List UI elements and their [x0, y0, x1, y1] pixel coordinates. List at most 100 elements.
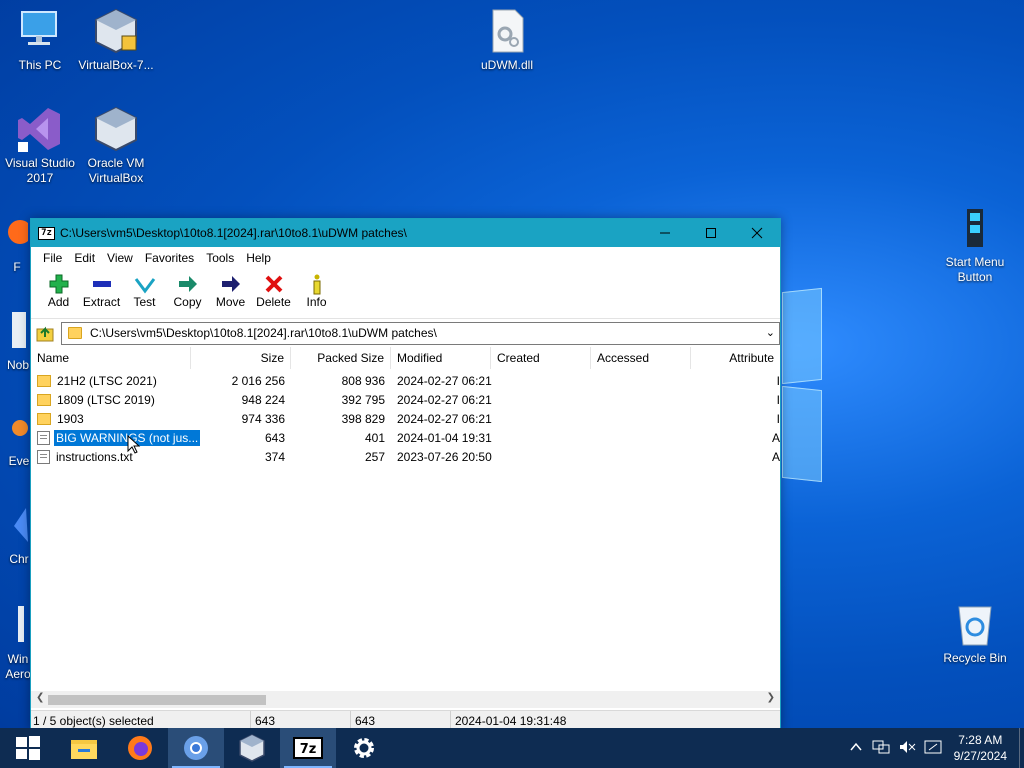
- taskbar-firefox[interactable]: [112, 728, 168, 768]
- horizontal-scrollbar[interactable]: ❮ ❯: [31, 691, 780, 708]
- table-row-selected[interactable]: BIG WARNINGS (not jus... 643 401 2024-01…: [31, 428, 780, 447]
- chevron-up-icon[interactable]: [844, 741, 868, 755]
- folder-icon: [37, 393, 51, 406]
- desktop-icon-recycle-bin[interactable]: Recycle Bin: [935, 601, 1015, 666]
- desktop-icon-this-pc[interactable]: This PC: [0, 8, 80, 73]
- move-icon: [221, 276, 240, 292]
- taskbar-clock[interactable]: 7:28 AM 9/27/2024: [946, 732, 1019, 764]
- volume-muted-icon[interactable]: [894, 739, 920, 758]
- 7zip-app-icon: 7z: [38, 226, 55, 240]
- notification-status-icon[interactable]: [920, 739, 946, 758]
- delete-button[interactable]: Delete: [252, 269, 295, 309]
- minimize-button[interactable]: [642, 219, 688, 247]
- table-row[interactable]: 1809 (LTSC 2019) 948 224 392 795 2024-02…: [31, 390, 780, 409]
- notepad-icon: [12, 312, 26, 348]
- desktop-icon-win-aero-partial[interactable]: Win Aero: [0, 602, 31, 682]
- title-bar[interactable]: 7z C:\Users\vm5\Desktop\10to8.1[2024].ra…: [31, 219, 780, 247]
- network-icon[interactable]: [868, 739, 894, 758]
- desktop-icon-oracle-vm[interactable]: Oracle VM VirtualBox: [76, 106, 156, 186]
- chrome-icon: [14, 508, 28, 542]
- file-size: 2 016 256: [231, 373, 285, 388]
- file-list: 21H2 (LTSC 2021) 2 016 256 808 936 2024-…: [31, 371, 780, 466]
- desktop-icon-notepad-partial[interactable]: Nob: [0, 308, 30, 373]
- table-row[interactable]: 21H2 (LTSC 2021) 2 016 256 808 936 2024-…: [31, 371, 780, 390]
- desktop-icon-firefox-partial[interactable]: F: [0, 210, 32, 275]
- column-header-modified[interactable]: Modified: [391, 347, 491, 369]
- file-attr: I: [776, 411, 780, 426]
- file-modified: 2024-01-04 19:31: [397, 430, 492, 445]
- taskbar-chrome[interactable]: [168, 728, 224, 768]
- scroll-right-icon[interactable]: ❯: [767, 692, 775, 703]
- taskbar-file-explorer[interactable]: [56, 728, 112, 768]
- recycle-bin-icon: [958, 606, 992, 646]
- visual-studio-icon: [18, 108, 60, 152]
- column-header-accessed[interactable]: Accessed: [591, 347, 691, 369]
- menu-edit[interactable]: Edit: [68, 251, 101, 265]
- column-header-attributes[interactable]: Attribute: [691, 347, 780, 369]
- delete-icon: [265, 275, 282, 293]
- 7zip-file-manager-window[interactable]: 7z C:\Users\vm5\Desktop\10to8.1[2024].ra…: [30, 218, 781, 730]
- menu-view[interactable]: View: [101, 251, 139, 265]
- chrome-icon: [184, 736, 208, 760]
- menu-file[interactable]: File: [37, 251, 68, 265]
- path-combobox[interactable]: C:\Users\vm5\Desktop\10to8.1[2024].rar\1…: [61, 321, 780, 345]
- svg-text:7z: 7z: [300, 742, 317, 757]
- column-header-created[interactable]: Created: [491, 347, 591, 369]
- close-button[interactable]: [734, 219, 780, 247]
- move-button[interactable]: Move: [209, 269, 252, 309]
- file-name: instructions.txt: [56, 449, 133, 464]
- desktop-icon-everything-partial[interactable]: Eve: [0, 404, 30, 469]
- 7zip-icon: 7z: [293, 737, 323, 759]
- path-text: C:\Users\vm5\Desktop\10to8.1[2024].rar\1…: [90, 326, 437, 340]
- taskbar-settings[interactable]: [336, 728, 392, 768]
- column-headers: Name Size Packed Size Modified Created A…: [31, 347, 780, 369]
- maximize-button[interactable]: [688, 219, 734, 247]
- menu-favorites[interactable]: Favorites: [139, 251, 200, 265]
- file-modified: 2024-02-27 06:21: [397, 411, 492, 426]
- desktop-icon-start-menu-button[interactable]: Start Menu Button: [935, 205, 1015, 285]
- test-button[interactable]: Test: [123, 269, 166, 309]
- desktop-icon-virtualbox-installer[interactable]: VirtualBox-7...: [76, 8, 156, 73]
- file-size: 974 336: [241, 411, 285, 426]
- file-name: 21H2 (LTSC 2021): [57, 373, 157, 388]
- file-packed-size: 401: [364, 430, 385, 445]
- file-modified: 2024-02-27 06:21: [397, 392, 492, 407]
- desktop-icon-chrome-partial[interactable]: Chr: [0, 502, 30, 567]
- scroll-left-icon[interactable]: ❮: [36, 692, 44, 703]
- taskbar-virtualbox[interactable]: [224, 728, 280, 768]
- test-icon: [134, 278, 155, 294]
- extract-button[interactable]: Extract: [80, 269, 123, 309]
- add-button[interactable]: Add: [37, 269, 80, 309]
- taskbar: 7z 7:28 AM 9/27/2024: [0, 728, 1024, 768]
- desktop-icon-udwm-dll[interactable]: uDWM.dll: [467, 8, 547, 73]
- info-button[interactable]: Info: [295, 269, 338, 309]
- virtualbox-icon: [95, 8, 137, 54]
- menu-tools[interactable]: Tools: [200, 251, 240, 265]
- firefox-icon: [128, 736, 152, 760]
- copy-icon: [178, 276, 197, 292]
- table-row[interactable]: 1903 974 336 398 829 2024-02-27 06:21 I: [31, 409, 780, 428]
- add-icon: [49, 274, 68, 294]
- chevron-down-icon[interactable]: ⌄: [766, 326, 775, 339]
- status-bar: 1 / 5 object(s) selected 643 643 2024-01…: [31, 710, 780, 729]
- status-selection: 1 / 5 object(s) selected: [31, 711, 251, 729]
- system-tray: 7:28 AM 9/27/2024: [844, 728, 1024, 768]
- file-size: 948 224: [241, 392, 285, 407]
- taskbar-7zip[interactable]: 7z: [280, 728, 336, 768]
- column-header-packed-size[interactable]: Packed Size: [291, 347, 391, 369]
- column-header-name[interactable]: Name: [31, 347, 191, 369]
- desktop-icon-visual-studio[interactable]: Visual Studio 2017: [0, 106, 80, 186]
- file-packed-size: 808 936: [341, 373, 385, 388]
- scrollbar-thumb[interactable]: [48, 695, 266, 705]
- column-header-size[interactable]: Size: [191, 347, 291, 369]
- menu-help[interactable]: Help: [240, 251, 277, 265]
- table-row[interactable]: instructions.txt 374 257 2023-07-26 20:5…: [31, 447, 780, 466]
- address-bar: C:\Users\vm5\Desktop\10to8.1[2024].rar\1…: [31, 320, 780, 346]
- up-folder-button[interactable]: [35, 323, 55, 343]
- show-desktop-button[interactable]: [1019, 728, 1024, 768]
- computer-icon: [21, 11, 57, 45]
- copy-button[interactable]: Copy: [166, 269, 209, 309]
- aero-icon: [18, 606, 24, 642]
- windows-logo-icon: [16, 736, 40, 760]
- start-button[interactable]: [0, 728, 56, 768]
